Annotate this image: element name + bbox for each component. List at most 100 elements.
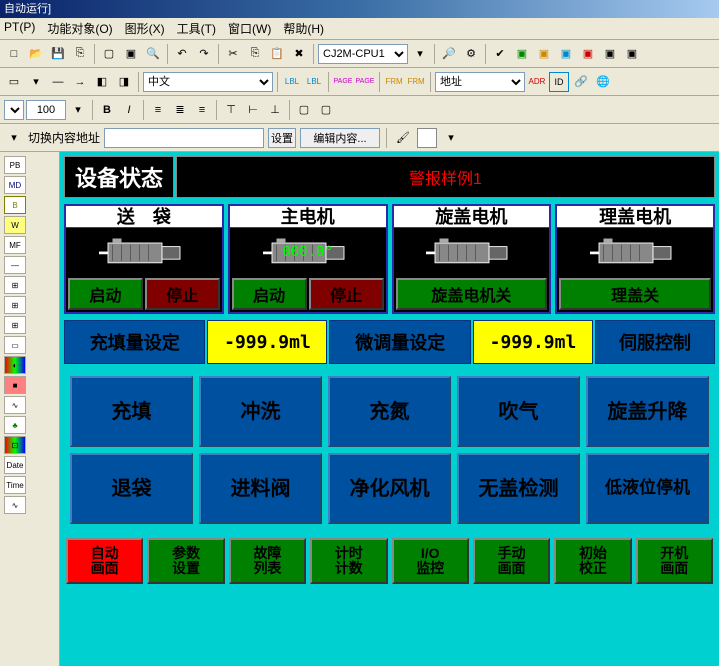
chevron-down-icon[interactable]: ▾ xyxy=(441,128,461,148)
tool2-icon[interactable]: ▣ xyxy=(534,44,554,64)
valign-top-icon[interactable]: ⊤ xyxy=(221,100,241,120)
func-button-0[interactable]: 充填 xyxy=(70,376,193,447)
menu-func-obj[interactable]: 功能对象(O) xyxy=(47,20,112,37)
chevron-down-icon[interactable]: ▾ xyxy=(26,72,46,92)
palette-tool-6[interactable]: ⊞ xyxy=(4,276,26,294)
nav-button-7[interactable]: 开机画面 xyxy=(636,538,713,584)
addr-input[interactable] xyxy=(104,128,264,148)
palette-tool-2[interactable]: B xyxy=(4,196,26,214)
undo-icon[interactable]: ↶ xyxy=(172,44,192,64)
size-down-icon[interactable]: ▾ xyxy=(68,100,88,120)
nav-button-6[interactable]: 初始校正 xyxy=(554,538,631,584)
palette-tool-1[interactable]: MD xyxy=(4,176,26,194)
palette-tool-3[interactable]: W xyxy=(4,216,26,234)
font-select[interactable] xyxy=(4,100,24,120)
palette-tool-11[interactable]: ■ xyxy=(4,376,26,394)
palette-tool-17[interactable]: ∿ xyxy=(4,496,26,514)
func-button-7[interactable]: 净化风机 xyxy=(328,453,451,524)
id-icon[interactable]: ID xyxy=(549,72,569,92)
link-icon[interactable]: 🔗 xyxy=(571,72,591,92)
align-center-icon[interactable]: ≣ xyxy=(170,100,190,120)
shape1-icon[interactable]: ◧ xyxy=(92,72,112,92)
gear-icon[interactable]: ⚙ xyxy=(461,44,481,64)
nav-button-1[interactable]: 参数设置 xyxy=(147,538,224,584)
palette-tool-8[interactable]: ⊞ xyxy=(4,316,26,334)
motor-red-button[interactable]: 停止 xyxy=(145,278,220,310)
palette-tool-7[interactable]: ⊞ xyxy=(4,296,26,314)
align-left-icon[interactable]: ≡ xyxy=(148,100,168,120)
open-icon[interactable]: 📂 xyxy=(26,44,46,64)
motor-red-button[interactable]: 停止 xyxy=(309,278,384,310)
delete-icon[interactable]: ✖ xyxy=(289,44,309,64)
motor-green-button[interactable]: 启动 xyxy=(232,278,307,310)
palette-tool-16[interactable]: Time xyxy=(4,476,26,494)
motor-green-button[interactable]: 旋盖电机关 xyxy=(396,278,548,310)
menu-window[interactable]: 窗口(W) xyxy=(228,20,271,37)
motor-green-button[interactable]: 理盖关 xyxy=(559,278,711,310)
tool4-icon[interactable]: ▣ xyxy=(578,44,598,64)
trim-amount-value[interactable]: -999.9ml xyxy=(473,320,593,364)
frm2-icon[interactable]: FRM xyxy=(406,72,426,92)
tool5-icon[interactable]: ▣ xyxy=(600,44,620,64)
palette-tool-14[interactable]: ⊡ xyxy=(4,436,26,454)
cut-icon[interactable]: ✂ xyxy=(223,44,243,64)
doc1-icon[interactable]: ▢ xyxy=(99,44,119,64)
alarm-display[interactable]: 警报样例1 xyxy=(176,156,715,198)
font-size-input[interactable] xyxy=(26,100,66,120)
palette-tool-0[interactable]: PB xyxy=(4,156,26,174)
motor-green-button[interactable]: 启动 xyxy=(68,278,143,310)
color-box-icon[interactable] xyxy=(417,128,437,148)
page2-icon[interactable]: PAGE xyxy=(355,72,375,92)
func-button-3[interactable]: 吹气 xyxy=(457,376,580,447)
color2-icon[interactable]: ▢ xyxy=(316,100,336,120)
find-icon[interactable]: 🔎 xyxy=(439,44,459,64)
palette-tool-4[interactable]: MF xyxy=(4,236,26,254)
adr-icon[interactable]: ADR xyxy=(527,72,547,92)
saveall-icon[interactable]: ⎘ xyxy=(70,44,90,64)
addr-select[interactable]: 地址 xyxy=(435,72,525,92)
func-button-5[interactable]: 退袋 xyxy=(70,453,193,524)
search-icon[interactable]: 🔍 xyxy=(143,44,163,64)
tool6-icon[interactable]: ▣ xyxy=(622,44,642,64)
servo-control-button[interactable]: 伺服控制 xyxy=(595,320,715,364)
set-button[interactable]: 设置 xyxy=(268,128,296,148)
new-icon[interactable]: □ xyxy=(4,44,24,64)
palette-tool-15[interactable]: Date xyxy=(4,456,26,474)
func-button-6[interactable]: 进料阀 xyxy=(199,453,322,524)
nav-button-0[interactable]: 自动画面 xyxy=(66,538,143,584)
menu-help[interactable]: 帮助(H) xyxy=(283,20,324,37)
save-icon[interactable]: 💾 xyxy=(48,44,68,64)
palette-tool-13[interactable]: ♣ xyxy=(4,416,26,434)
menu-graphic[interactable]: 图形(X) xyxy=(125,20,165,37)
check-icon[interactable]: ✔ xyxy=(490,44,510,64)
lbl1-icon[interactable]: LBL xyxy=(282,72,302,92)
page1-icon[interactable]: PAGE xyxy=(333,72,353,92)
dropdown-icon[interactable]: ▾ xyxy=(410,44,430,64)
bold-button[interactable]: B xyxy=(97,100,117,120)
line-icon[interactable]: — xyxy=(48,72,68,92)
palette-tool-10[interactable]: ◐ xyxy=(4,356,26,374)
addr-picker-icon[interactable]: ▾ xyxy=(4,128,24,148)
globe-icon[interactable]: 🌐 xyxy=(593,72,613,92)
paste-icon[interactable]: 📋 xyxy=(267,44,287,64)
func-button-2[interactable]: 充氮 xyxy=(328,376,451,447)
brush-icon[interactable]: 🖌 xyxy=(393,128,413,148)
valign-mid-icon[interactable]: ⊢ xyxy=(243,100,263,120)
nav-button-3[interactable]: 计时计数 xyxy=(310,538,387,584)
edit-content-button[interactable]: 编辑内容... xyxy=(300,128,380,148)
func-button-4[interactable]: 旋盖升降 xyxy=(586,376,709,447)
nav-button-4[interactable]: I/O监控 xyxy=(392,538,469,584)
redo-icon[interactable]: ↷ xyxy=(194,44,214,64)
doc2-icon[interactable]: ▣ xyxy=(121,44,141,64)
tool3-icon[interactable]: ▣ xyxy=(556,44,576,64)
func-button-8[interactable]: 无盖检测 xyxy=(457,453,580,524)
rect-icon[interactable]: ▭ xyxy=(4,72,24,92)
italic-button[interactable]: I xyxy=(119,100,139,120)
lbl2-icon[interactable]: LBL xyxy=(304,72,324,92)
tool1-icon[interactable]: ▣ xyxy=(512,44,532,64)
menu-tool[interactable]: 工具(T) xyxy=(177,20,216,37)
shape2-icon[interactable]: ◨ xyxy=(114,72,134,92)
nav-button-5[interactable]: 手动画面 xyxy=(473,538,550,584)
palette-tool-5[interactable]: — xyxy=(4,256,26,274)
language-select[interactable]: 中文 xyxy=(143,72,273,92)
